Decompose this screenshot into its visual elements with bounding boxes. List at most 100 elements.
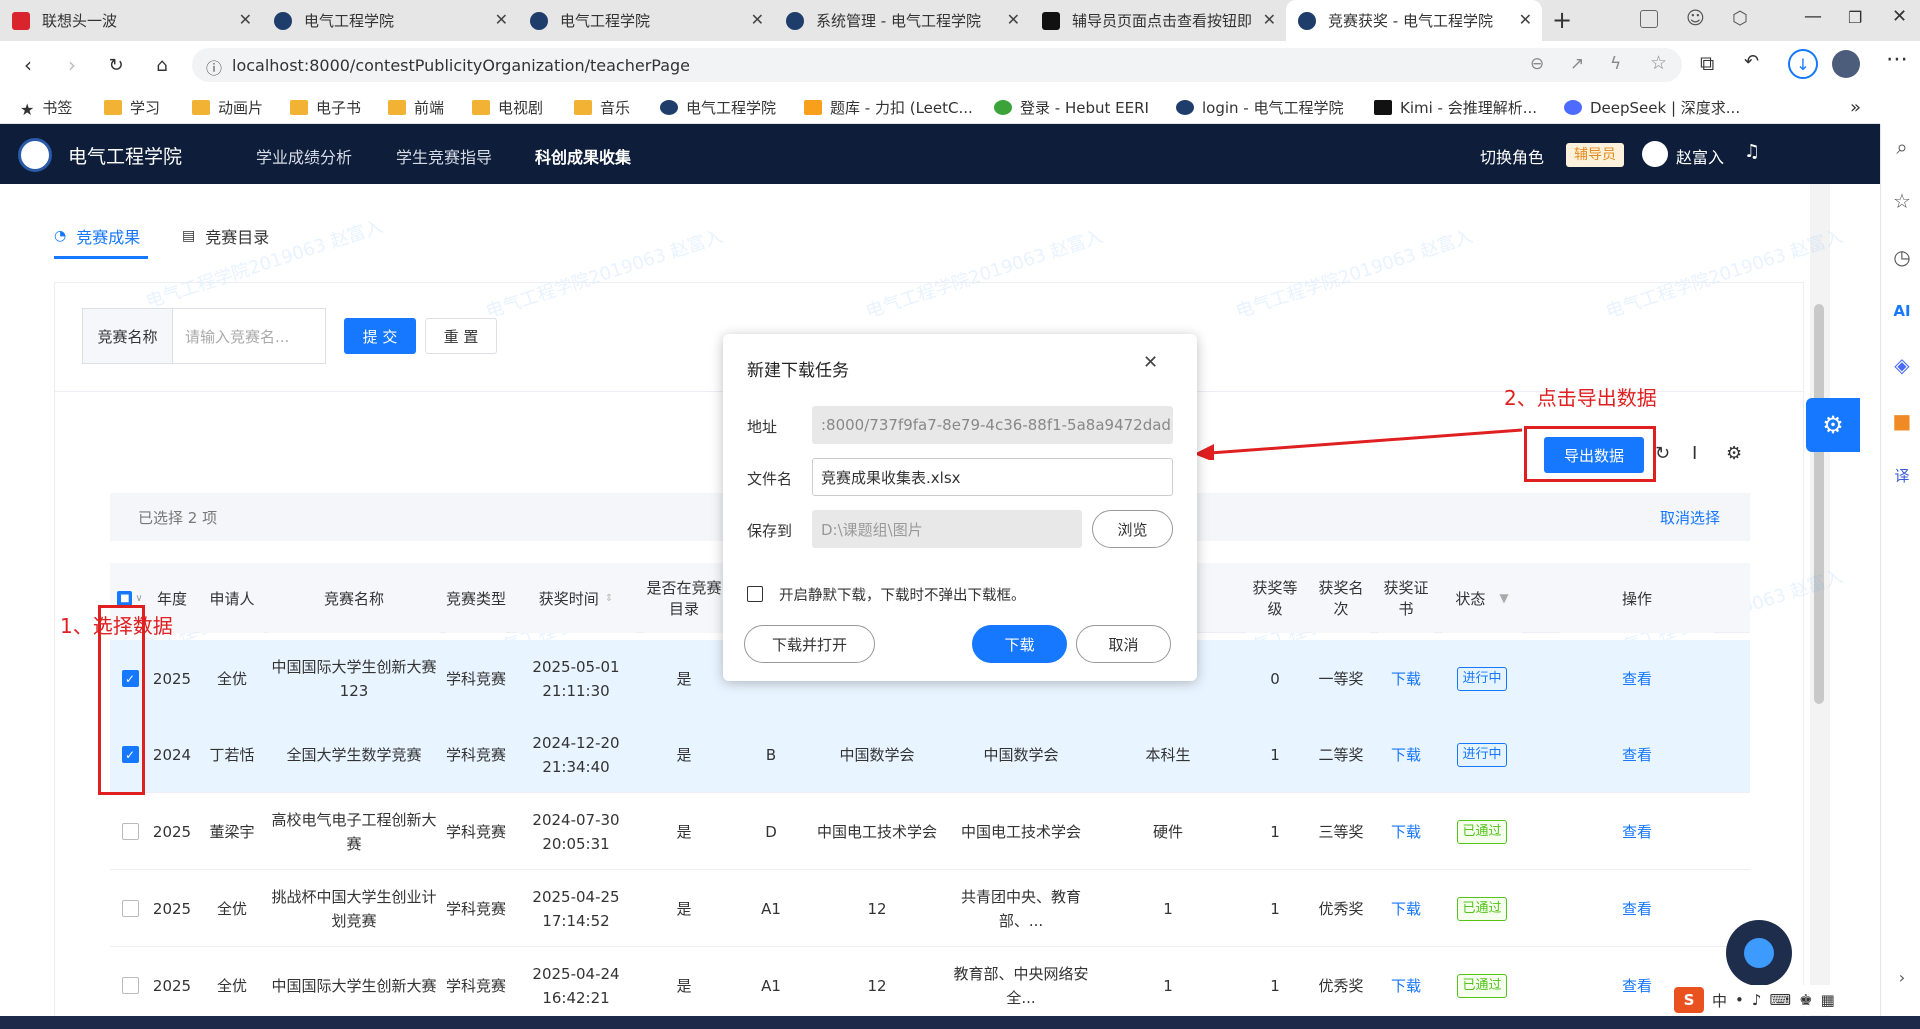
ime-mode-icon[interactable]: 中 [1712,990,1727,1011]
view-link[interactable]: 查看 [1560,716,1714,793]
cancel-selection-link[interactable]: 取消选择 [1660,507,1720,528]
browser-tab-4[interactable]: 系统管理 - 电气工程学院 ✕ [774,0,1030,41]
refresh-icon[interactable]: ↻ [1655,443,1670,464]
favorites-icon[interactable]: ☆ [1891,189,1913,213]
restore-icon[interactable]: ❐ [1848,8,1862,27]
forward-icon[interactable]: › [58,51,86,79]
sort-icon[interactable]: ⇕ [605,593,613,604]
collapse-sidebar-icon[interactable]: › [1891,966,1913,988]
chevron-down-icon[interactable]: ∨ [135,593,142,604]
browser-tab-5[interactable]: 辅导员页面点击查看按钮即 ✕ [1030,0,1286,41]
row-checkbox[interactable] [121,900,139,917]
browse-button[interactable]: 浏览 [1092,510,1173,548]
close-icon[interactable]: ✕ [1007,10,1020,29]
search-icon[interactable]: ⌕ [1891,135,1913,159]
close-icon[interactable]: ✕ [1263,10,1276,29]
game-icon[interactable]: ◈ [1891,353,1913,377]
bookmark-item[interactable]: 登录 - Hebut EERI [994,97,1149,118]
browser-tab-3[interactable]: 电气工程学院 ✕ [518,0,774,41]
share-icon[interactable]: ↗ [1570,54,1584,74]
view-link[interactable]: 查看 [1560,870,1714,947]
certificate-download-link[interactable]: 下载 [1378,793,1434,870]
silent-download-checkbox[interactable] [747,586,763,602]
close-icon[interactable]: ✕ [495,10,508,29]
search-input[interactable]: 请输入竞赛名... [173,309,325,363]
browser-tab-1[interactable]: 联想头一波 ✕ [0,0,262,41]
browser-tab-6-active[interactable]: 竞赛获奖 - 电气工程学院 ✕ [1286,0,1542,41]
punctuation-icon[interactable]: • [1735,991,1744,1009]
profile-avatar[interactable] [1832,50,1860,78]
nav-competition-guidance[interactable]: 学生竞赛指导 [396,144,492,168]
close-icon[interactable]: ✕ [751,10,764,29]
close-icon[interactable]: ✕ [239,10,252,29]
bookmark-item[interactable]: 题库 - 力扣 (LeetC... [804,97,973,118]
bookmark-item[interactable]: 电气工程学院 [660,97,776,118]
bookmark-folder[interactable]: 学习 [104,97,160,118]
avatar[interactable] [1642,141,1668,167]
tab-achievements[interactable]: ◔ 竞赛成果 [54,224,140,248]
bookmark-folder[interactable]: 前端 [388,97,444,118]
certificate-download-link[interactable]: 下载 [1378,716,1434,793]
save-path-field[interactable]: D:\课题组\图片 [812,510,1082,548]
bookmark-folder[interactable]: 电子书 [290,97,361,118]
settings-icon[interactable]: ⚙ [1726,443,1742,464]
bookmark-folder[interactable]: 电视剧 [472,97,543,118]
col-header-time[interactable]: 获奖时间 ⇕ [516,563,636,633]
filter-icon[interactable]: ▼ [1499,591,1508,605]
ime-toolbar[interactable]: S 中 • ♪ ⌨ ♚ ▦ [1670,985,1878,1015]
bookmark-folder[interactable]: 音乐 [574,97,630,118]
tab-catalog[interactable]: ▤ 竞赛目录 [182,224,269,248]
filename-input[interactable]: 竞赛成果收集表.xlsx [812,458,1173,496]
bookmark-folder[interactable]: 动画片 [192,97,263,118]
puzzle-extension-icon[interactable]: ⧉ [1700,51,1714,75]
page-scrollbar-thumb[interactable] [1814,304,1824,704]
sogou-ime-icon[interactable]: S [1674,987,1704,1013]
mic-icon[interactable]: ♪ [1752,991,1762,1009]
certificate-download-link[interactable]: 下载 [1378,640,1434,717]
nav-achievement-collection[interactable]: 科创成果收集 [535,144,631,168]
bookmark-item[interactable]: ★ 书签 [20,97,72,119]
cancel-button[interactable]: 取消 [1076,625,1171,663]
toolbox-icon[interactable]: ■ [1891,409,1913,433]
favorite-star-icon[interactable]: ☆ [1650,52,1667,74]
download-and-open-button[interactable]: 下载并打开 [744,625,875,663]
view-link[interactable]: 查看 [1560,793,1714,870]
zoom-icon[interactable]: ⊖ [1530,54,1544,74]
close-icon[interactable]: ✕ [1519,10,1532,29]
row-checkbox[interactable] [121,977,139,994]
user-name[interactable]: 赵富入 [1676,144,1724,168]
bell-icon[interactable]: ♫ [1744,141,1760,162]
translate-icon[interactable]: 译 [1891,464,1913,486]
switch-role-button[interactable]: 切换角色 [1480,144,1544,168]
lightning-icon[interactable]: ϟ [1610,54,1621,74]
more-menu-icon[interactable]: ⋯ [1886,47,1908,72]
history-icon[interactable]: ◷ [1891,245,1913,269]
reload-icon[interactable]: ↻ [102,51,130,79]
view-link[interactable]: 查看 [1560,640,1714,717]
minimize-icon[interactable]: — [1804,6,1822,27]
bookmark-item[interactable]: Kimi - 会推理解析... [1374,97,1537,118]
window-close-icon[interactable]: ✕ [1892,6,1907,27]
extensions-icon[interactable]: ⬡ [1732,8,1748,29]
download-icon[interactable]: ↓ [1788,49,1818,79]
browser-tab-2[interactable]: 电气工程学院 ✕ [262,0,518,41]
undo-menu-icon[interactable]: ↶ [1744,51,1759,72]
tab-actions-icon[interactable] [1640,10,1658,28]
back-icon[interactable]: ‹ [14,51,42,79]
theme-settings-gear-icon[interactable]: ⚙ [1806,398,1860,452]
row-checkbox[interactable] [121,823,139,840]
home-icon[interactable]: ⌂ [148,51,176,79]
certificate-download-link[interactable]: 下载 [1378,947,1434,1024]
bookmark-item[interactable]: login - 电气工程学院 [1176,97,1344,118]
assistant-float-button[interactable] [1726,920,1792,986]
col-header-status[interactable]: 状态 ▼ [1442,563,1522,633]
address-field[interactable]: :8000/737f9fa7-8e79-4c36-88f1-5a8a9472da… [812,406,1173,444]
incognito-icon[interactable]: ☺ [1686,8,1705,29]
download-button[interactable]: 下载 [972,625,1067,663]
new-tab-icon[interactable]: + [1552,6,1572,34]
keyboard-icon[interactable]: ⌨ [1769,991,1791,1009]
nav-academic-analysis[interactable]: 学业成绩分析 [256,144,352,168]
bookmark-item[interactable]: DeepSeek | 深度求... [1564,97,1740,118]
url-bar[interactable]: ⓘ localhost:8000/contestPublicityOrganiz… [192,48,1682,82]
certificate-download-link[interactable]: 下载 [1378,870,1434,947]
